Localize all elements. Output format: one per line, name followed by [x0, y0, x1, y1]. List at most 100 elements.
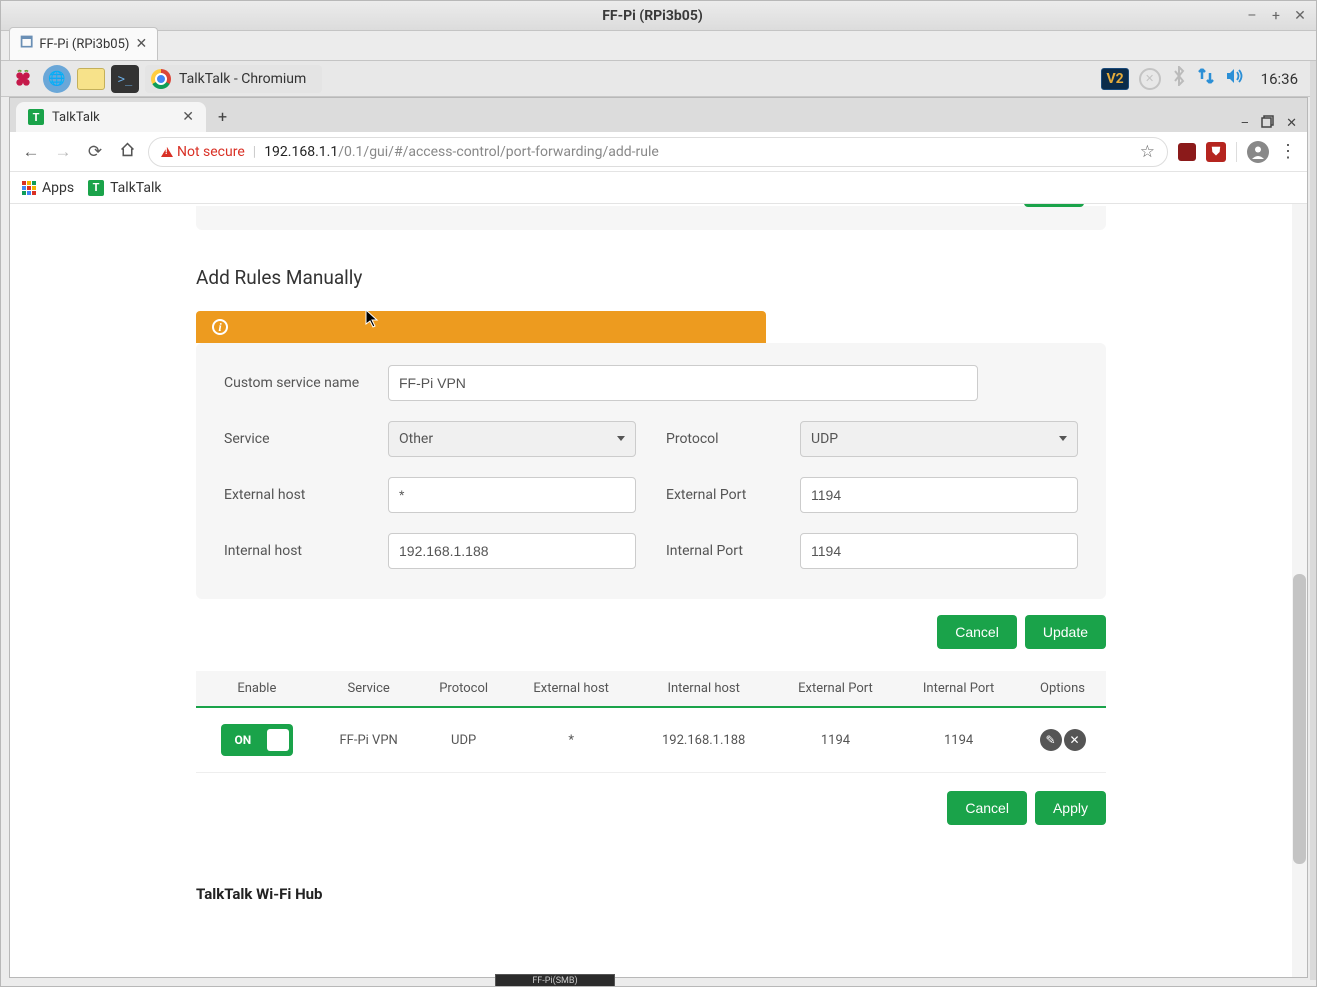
chrome-tab-title: TalkTalk: [52, 110, 100, 125]
chrome-restore-icon[interactable]: [1261, 115, 1274, 132]
th-options: Options: [1019, 671, 1106, 707]
label-service: Service: [224, 431, 374, 447]
tray-status-icon[interactable]: [1139, 68, 1161, 90]
footer-title: TalkTalk Wi-Fi Hub: [196, 855, 1106, 913]
th-external-host: External host: [508, 671, 635, 707]
form-card: Custom service name Service Other: [196, 343, 1106, 599]
vertical-scrollbar[interactable]: [1292, 204, 1307, 977]
site-favicon: T: [28, 109, 44, 125]
cancel-button[interactable]: Cancel: [937, 615, 1017, 649]
chrome-tab[interactable]: T TalkTalk ✕: [16, 102, 206, 132]
new-tab-button[interactable]: +: [210, 101, 235, 132]
apps-grid-icon: [22, 181, 36, 195]
delete-rule-icon[interactable]: ✕: [1064, 729, 1086, 751]
vnc-icon[interactable]: V2: [1101, 68, 1128, 90]
apps-button[interactable]: Apps: [22, 180, 74, 196]
web-browser-icon[interactable]: 🌐: [43, 65, 71, 93]
chromium-icon: [151, 69, 171, 89]
background-edge: [1310, 61, 1316, 980]
bookmark-star-icon[interactable]: ☆: [1140, 142, 1155, 162]
label-external-port: External Port: [666, 487, 786, 503]
scrollbar-thumb[interactable]: [1293, 574, 1306, 864]
network-icon[interactable]: [1197, 67, 1215, 90]
edit-rule-icon[interactable]: ✎: [1040, 729, 1062, 751]
reload-button[interactable]: ⟳: [84, 142, 106, 162]
chrome-close-icon[interactable]: ✕: [1286, 116, 1297, 131]
address-bar[interactable]: Not secure | 192.168.1.1/0.1/gui/#/acces…: [148, 137, 1168, 167]
cancel-button-2[interactable]: Cancel: [947, 791, 1027, 825]
raspberry-pi-menu-icon[interactable]: [9, 65, 37, 93]
select-protocol[interactable]: UDP: [800, 421, 1078, 457]
extension-icon-1[interactable]: [1178, 143, 1196, 161]
bookmark-favicon: T: [88, 180, 104, 196]
terminal-icon[interactable]: >_: [111, 65, 139, 93]
cell-internal-port: 1194: [898, 707, 1019, 773]
cell-internal-host: 192.168.1.188: [635, 707, 773, 773]
select-service[interactable]: Other: [388, 421, 636, 457]
close-tab-icon[interactable]: ✕: [135, 36, 147, 52]
url-host: 192.168.1.1: [264, 144, 338, 160]
close-button[interactable]: ✕: [1290, 6, 1310, 26]
not-secure-label: Not secure: [177, 144, 245, 160]
cell-service: FF-Pi VPN: [318, 707, 420, 773]
system-tray: V2 16:36: [1101, 66, 1308, 91]
partial-button[interactable]: [1024, 204, 1084, 207]
task-panel: 🌐 >_ TalkTalk - Chromium V2 16:36: [1, 61, 1316, 97]
ublock-icon[interactable]: ⛊: [1206, 142, 1226, 162]
close-tab-icon[interactable]: ✕: [182, 109, 194, 125]
th-protocol: Protocol: [420, 671, 508, 707]
os-tab[interactable]: 🗖 FF-Pi (RPi3b05) ✕: [9, 27, 158, 60]
chrome-tab-strip: T TalkTalk ✕ + – ✕: [10, 98, 1307, 132]
profile-avatar-icon[interactable]: [1247, 141, 1269, 163]
enable-toggle[interactable]: ON: [221, 724, 293, 756]
prev-card-edge: [196, 206, 1106, 230]
th-internal-port: Internal Port: [898, 671, 1019, 707]
maximize-button[interactable]: +: [1266, 6, 1286, 26]
back-button[interactable]: ←: [20, 142, 42, 162]
chromium-window: T TalkTalk ✕ + – ✕ ← → ⟳: [9, 97, 1308, 978]
input-custom-service-name[interactable]: [388, 365, 978, 401]
input-external-host[interactable]: [388, 477, 636, 513]
th-internal-host: Internal host: [635, 671, 773, 707]
file-manager-icon[interactable]: [77, 65, 105, 93]
home-button[interactable]: [116, 141, 138, 163]
select-protocol-value: UDP: [811, 431, 838, 447]
section-title: Add Rules Manually: [196, 266, 1106, 289]
warning-icon: [161, 147, 173, 157]
cell-protocol: UDP: [420, 707, 508, 773]
clock[interactable]: 16:36: [1261, 70, 1298, 88]
th-external-port: External Port: [773, 671, 898, 707]
not-secure-indicator[interactable]: Not secure: [161, 144, 245, 160]
input-internal-port[interactable]: [800, 533, 1078, 569]
minimize-button[interactable]: –: [1242, 6, 1262, 26]
chevron-down-icon: [617, 436, 625, 441]
forward-button[interactable]: →: [52, 142, 74, 162]
info-icon: i: [212, 319, 228, 335]
cell-external-port: 1194: [773, 707, 898, 773]
update-button[interactable]: Update: [1025, 615, 1106, 649]
label-external-host: External host: [224, 487, 374, 503]
os-tab-label: FF-Pi (RPi3b05): [39, 37, 129, 52]
taskbar-chromium-item[interactable]: TalkTalk - Chromium: [145, 65, 322, 93]
window-title: FF-Pi (RPi3b05): [67, 8, 1238, 24]
background-task-peek[interactable]: FF-Pi(SMB): [495, 974, 615, 986]
table-row: ON FF-Pi VPN UDP * 192.168.1.188 1194 11…: [196, 707, 1106, 773]
input-external-port[interactable]: [800, 477, 1078, 513]
cell-external-host: *: [508, 707, 635, 773]
apps-label: Apps: [42, 180, 74, 196]
chrome-minimize-icon[interactable]: –: [1241, 116, 1250, 131]
info-banner: i: [196, 311, 766, 343]
bluetooth-icon[interactable]: [1171, 66, 1187, 91]
input-internal-host[interactable]: [388, 533, 636, 569]
os-titlebar: FF-Pi (RPi3b05) – + ✕: [1, 1, 1316, 31]
url-path: /0.1/gui/#/access-control/port-forwardin…: [338, 144, 659, 160]
bookmark-talktalk[interactable]: T TalkTalk: [88, 180, 161, 196]
th-enable: Enable: [196, 671, 318, 707]
apply-button[interactable]: Apply: [1035, 791, 1106, 825]
chrome-menu-icon[interactable]: ⋮: [1279, 141, 1297, 162]
separator: [1236, 142, 1237, 162]
volume-icon[interactable]: [1225, 67, 1245, 90]
folder-icon: 🗖: [20, 32, 33, 56]
bookmark-label: TalkTalk: [110, 180, 161, 196]
rules-table: Enable Service Protocol External host In…: [196, 671, 1106, 773]
